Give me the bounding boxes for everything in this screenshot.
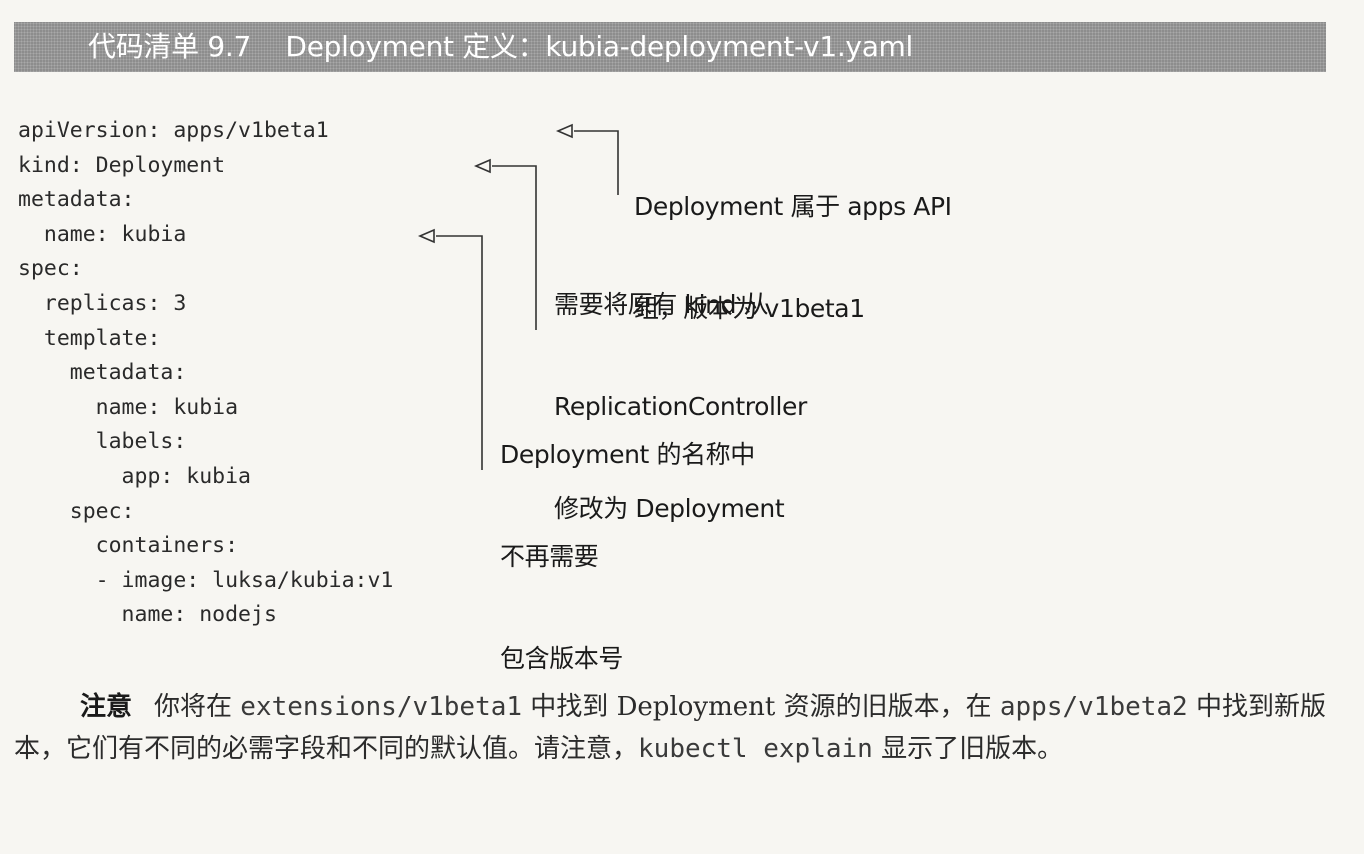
- annotation-line: 包含版本号: [500, 644, 624, 673]
- code-line: labels:: [18, 429, 187, 455]
- code-line: name: nodejs: [18, 602, 277, 628]
- arrow-api-version: [574, 130, 619, 195]
- arrow-head-name: [417, 228, 435, 244]
- arrow-name: [436, 235, 483, 470]
- arrow-head-api-version: [555, 123, 573, 139]
- note-paragraph: 注意 你将在 extensions/v1beta1 中找到 Deployment …: [14, 686, 1334, 770]
- note-text: 显示了旧版本。: [872, 734, 1064, 764]
- listing-title-bar: 代码清单 9.7 Deployment 定义：kubia-deployment-…: [14, 22, 1326, 72]
- code-line: spec:: [18, 256, 83, 282]
- code-line: - image: luksa/kubia:v1: [18, 567, 394, 593]
- code-line: name: kubia: [18, 221, 187, 247]
- code-line: app: kubia: [18, 463, 251, 489]
- code-line: kind: Deployment: [18, 152, 226, 178]
- annotation-name: Deployment 的名称中 不再需要 包含版本号: [500, 370, 755, 710]
- code-line: replicas: 3: [18, 290, 187, 316]
- code-line: containers:: [18, 533, 239, 559]
- code-line: template:: [18, 325, 161, 351]
- note-label: 注意: [80, 692, 133, 722]
- inline-code: apps/v1beta2: [999, 692, 1188, 722]
- code-line: metadata:: [18, 360, 187, 386]
- code-line: apiVersion: apps/v1beta1: [18, 118, 329, 143]
- note-text: 你将在: [154, 692, 241, 722]
- arrow-head-kind: [473, 158, 491, 174]
- code-line: spec:: [18, 498, 135, 524]
- annotation-line: Deployment 属于 apps API: [634, 192, 952, 221]
- note-text: 中找到 Deployment 资源的旧版本，在: [522, 692, 1000, 722]
- annotation-line: 需要将原有 kind 从: [554, 290, 769, 319]
- annotation-line: 不再需要: [500, 542, 599, 571]
- code-line: metadata:: [18, 187, 135, 213]
- annotation-line: Deployment 的名称中: [500, 440, 755, 469]
- code-line: name: kubia: [18, 394, 239, 420]
- listing-title: 代码清单 9.7 Deployment 定义：kubia-deployment-…: [88, 30, 914, 63]
- arrow-kind: [492, 165, 537, 330]
- yaml-code-listing: apiVersion: apps/v1beta1 kind: Deployment…: [18, 114, 393, 633]
- inline-code: kubectl explain: [638, 734, 873, 764]
- inline-code: extensions/v1beta1: [240, 692, 523, 722]
